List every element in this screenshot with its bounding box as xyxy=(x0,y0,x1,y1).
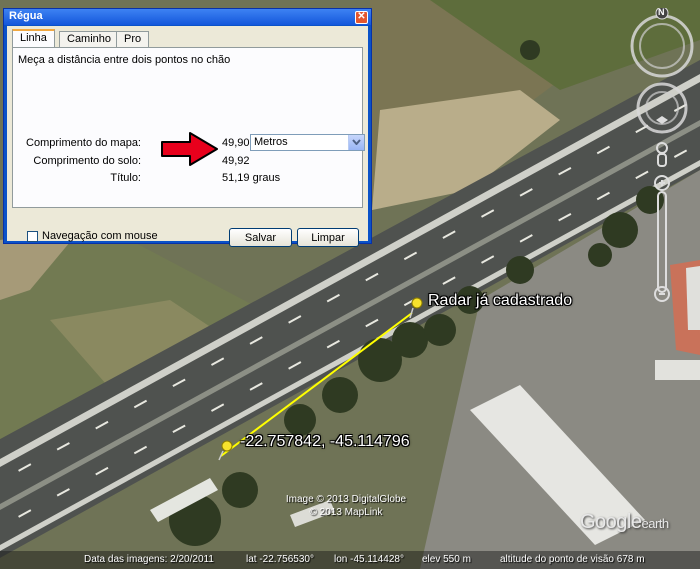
heading-label: Título: xyxy=(110,172,141,184)
clear-button[interactable]: Limpar xyxy=(297,228,359,247)
google-earth-logo: Googleearth xyxy=(580,511,669,534)
ground-length-value: 49,92 xyxy=(222,155,250,167)
zoom-slider[interactable] xyxy=(654,175,670,302)
save-button[interactable]: Salvar xyxy=(229,228,292,247)
status-bar: Data das imagens: 2/20/2011 lat -22.7565… xyxy=(0,551,700,569)
panel-description: Meça a distância entre dois pontos no ch… xyxy=(18,54,231,66)
ruler-dialog: Régua ✕ Linha Caminho Pro Meça a distânc… xyxy=(3,8,372,247)
dialog-titlebar[interactable]: Régua ✕ xyxy=(4,9,371,25)
placemark-label-coordinates[interactable]: -22.757842, -45.114796 xyxy=(240,433,410,451)
tab-linha[interactable]: Linha xyxy=(12,29,55,49)
eye-altitude-readout: altitude do ponto de visão 678 m xyxy=(500,554,645,565)
tab-pro[interactable]: Pro xyxy=(116,31,150,47)
unit-select-value: Metros xyxy=(254,136,288,148)
imagery-copyright: Image © 2013 DigitalGlobe xyxy=(285,494,407,505)
dialog-body: Linha Caminho Pro Meça a distância entre… xyxy=(7,26,368,247)
logo-earth-text: earth xyxy=(641,516,670,531)
compass-north-label: N xyxy=(658,7,665,17)
close-icon[interactable]: ✕ xyxy=(355,11,368,24)
look-joystick-icon[interactable] xyxy=(636,82,688,134)
checkbox-box[interactable] xyxy=(27,231,38,242)
tab-panel-linha: Meça a distância entre dois pontos no ch… xyxy=(12,47,365,208)
elevation-readout: elev 550 m xyxy=(422,554,471,565)
logo-google-text: Google xyxy=(580,511,642,533)
placemark-label-radar[interactable]: Radar já cadastrado xyxy=(428,292,572,310)
map-length-label: Comprimento do mapa: xyxy=(26,137,141,149)
map-length-value: 49,90 xyxy=(222,137,250,149)
navigation-controls[interactable]: N xyxy=(626,7,700,308)
imagery-date: Data das imagens: 2/20/2011 xyxy=(84,554,214,565)
tab-caminho[interactable]: Caminho xyxy=(59,31,120,47)
ground-length-label: Comprimento do solo: xyxy=(33,155,141,167)
latitude-readout: lat -22.756530° xyxy=(246,554,314,565)
unit-select[interactable]: Metros xyxy=(250,134,365,151)
maplink-copyright: © 2013 MapLink xyxy=(309,507,383,518)
chevron-down-icon[interactable] xyxy=(348,135,364,150)
mouse-navigation-label: Navegação com mouse xyxy=(42,230,158,242)
red-arrow-icon xyxy=(161,132,218,166)
longitude-readout: lon -45.114428° xyxy=(334,554,404,565)
street-view-pegman-icon[interactable] xyxy=(656,142,668,167)
heading-value: 51,19 graus xyxy=(222,172,281,184)
dialog-title: Régua xyxy=(9,10,43,22)
compass-ring-icon[interactable] xyxy=(630,8,694,78)
